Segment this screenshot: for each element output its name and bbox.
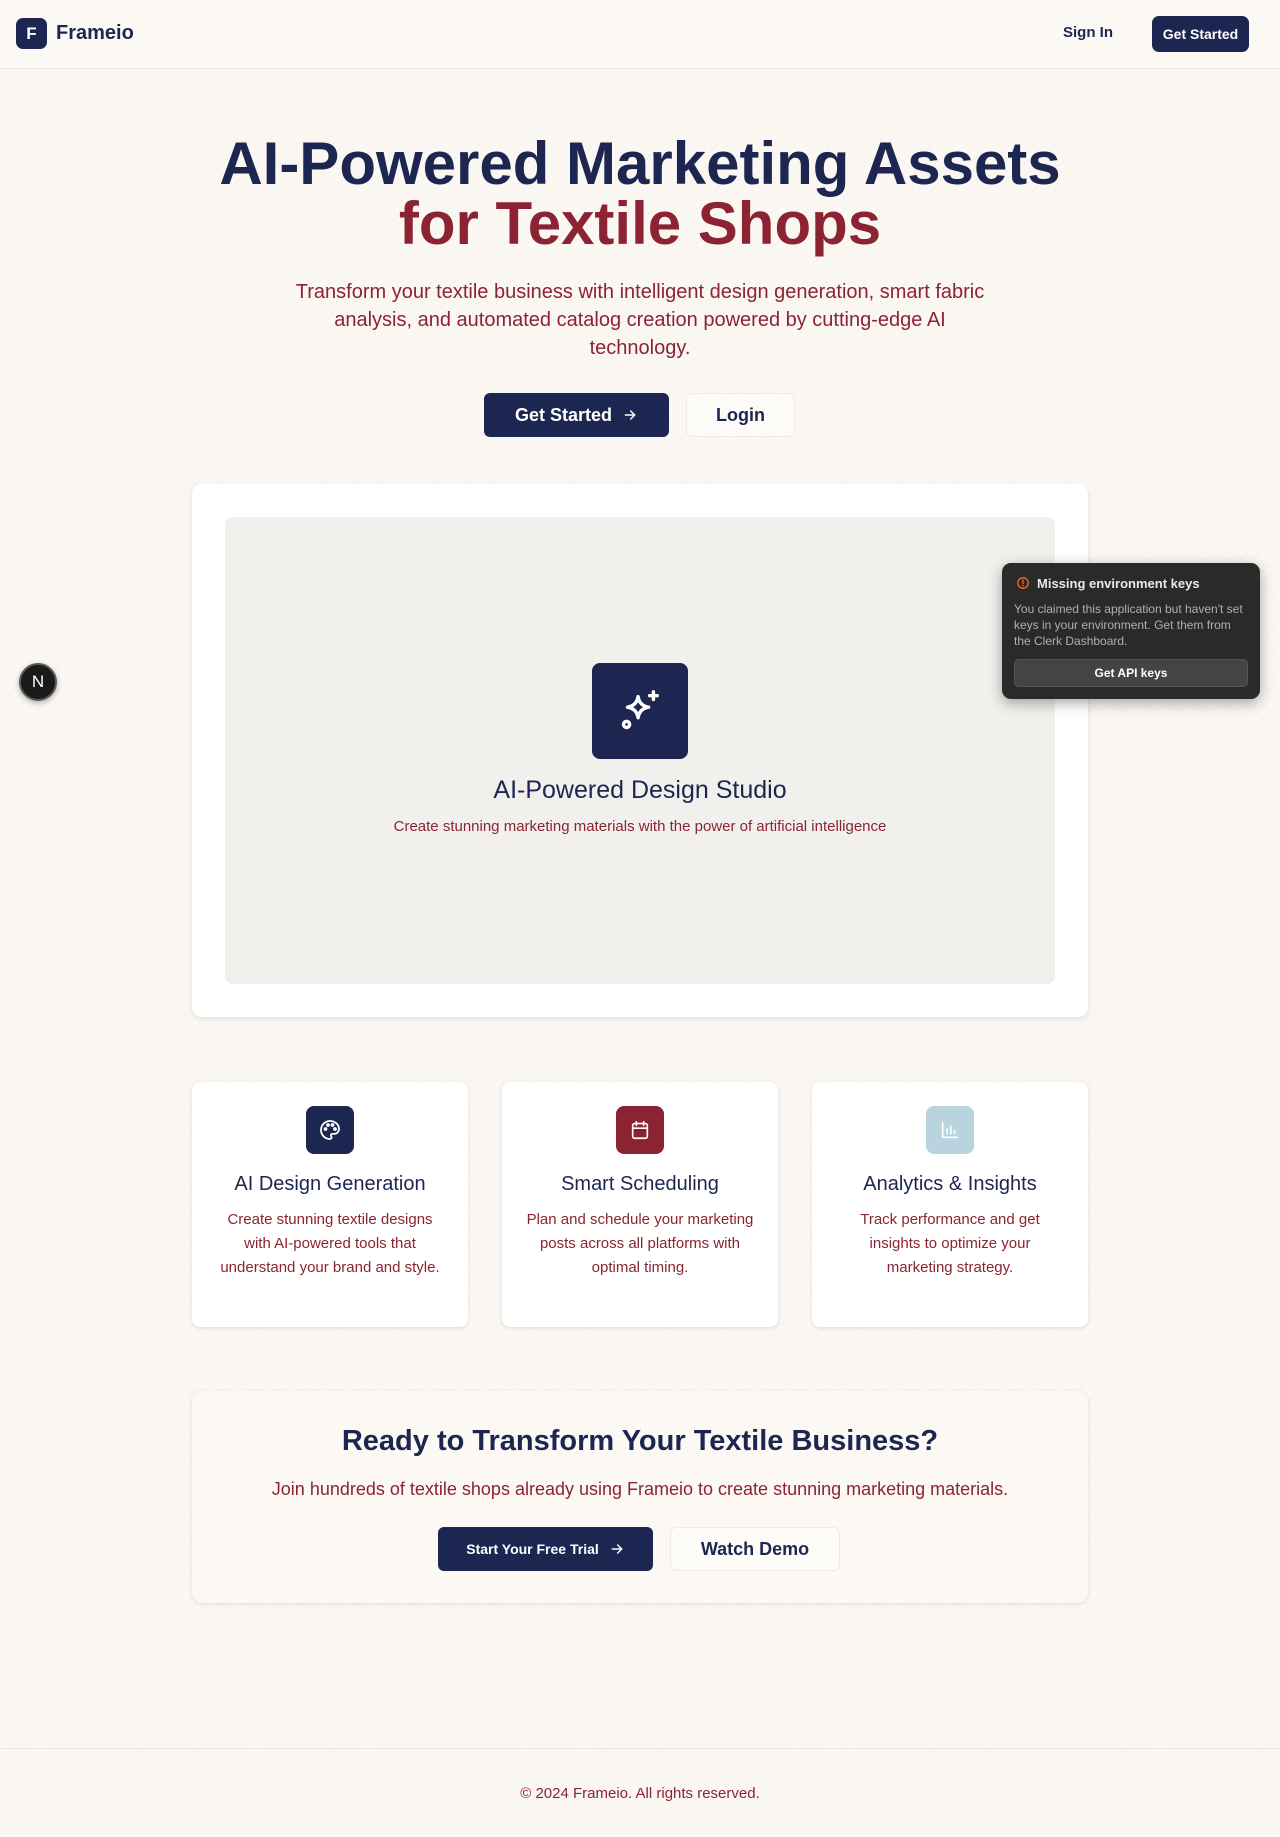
arrow-right-icon	[624, 410, 636, 420]
top-navbar: F Frameio Sign In Get Started	[0, 0, 1280, 69]
cta-subtitle: Join hundreds of textile shops already u…	[271, 1479, 1009, 1499]
hero-login-button[interactable]: Login	[686, 393, 795, 437]
feature-description: Plan and schedule your marketing posts a…	[526, 1211, 754, 1276]
sign-in-link[interactable]: Sign In	[1063, 24, 1113, 41]
bar-chart-icon	[926, 1106, 974, 1154]
feature-title: AI Design Generation	[234, 1173, 426, 1195]
sparkles-icon	[592, 663, 688, 759]
cta-section: Ready to Transform Your Textile Business…	[192, 1391, 1088, 1603]
cta-title: Ready to Transform Your Textile Business…	[341, 1425, 939, 1457]
hero-title-line1: AI-Powered Marketing Assets	[219, 130, 1061, 197]
copyright-text: © 2024 Frameio. All rights reserved.	[520, 1785, 760, 1802]
hero-get-started-button[interactable]: Get Started	[484, 393, 669, 437]
feature-card-analytics: Analytics & Insights Track performance a…	[812, 1082, 1088, 1327]
nav-get-started-button[interactable]: Get Started	[1152, 16, 1249, 52]
feature-card-scheduling: Smart Scheduling Plan and schedule your …	[502, 1082, 778, 1327]
start-free-trial-button[interactable]: Start Your Free Trial	[438, 1527, 653, 1571]
showcase-title: AI-Powered Design Studio	[493, 776, 787, 804]
palette-icon	[306, 1106, 354, 1154]
calendar-icon	[616, 1106, 664, 1154]
toast-title: Missing environment keys	[1037, 576, 1200, 591]
logo-icon[interactable]: F	[16, 18, 47, 49]
toast-body: You claimed this application but haven't…	[1014, 602, 1243, 648]
warning-circle-icon	[1017, 577, 1029, 589]
feature-title: Smart Scheduling	[561, 1173, 719, 1195]
hero-get-started-label: Get Started	[514, 404, 613, 425]
feature-card-design: AI Design Generation Create stunning tex…	[192, 1082, 468, 1327]
nextjs-dev-badge[interactable]: N	[19, 663, 57, 701]
start-free-trial-label: Start Your Free Trial	[466, 1541, 599, 1557]
feature-description: Create stunning textile designs with AI-…	[220, 1211, 440, 1276]
missing-keys-toast: Missing environment keys You claimed thi…	[1002, 563, 1260, 699]
hero-title-line2: for Textile Shops	[398, 190, 882, 257]
watch-demo-button[interactable]: Watch Demo	[670, 1527, 840, 1571]
showcase-card: AI-Powered Design Studio Create stunning…	[192, 484, 1088, 1017]
feature-title: Analytics & Insights	[863, 1173, 1037, 1195]
showcase-subtitle: Create stunning marketing materials with…	[393, 818, 887, 835]
brand-name[interactable]: Frameio	[56, 22, 134, 45]
hero-subtitle: Transform your textile business with int…	[295, 281, 985, 359]
arrow-right-icon	[611, 1544, 623, 1554]
feature-description: Track performance and get insights to op…	[860, 1211, 1040, 1276]
get-api-keys-button[interactable]: Get API keys	[1014, 659, 1248, 687]
footer: © 2024 Frameio. All rights reserved.	[0, 1748, 1280, 1837]
